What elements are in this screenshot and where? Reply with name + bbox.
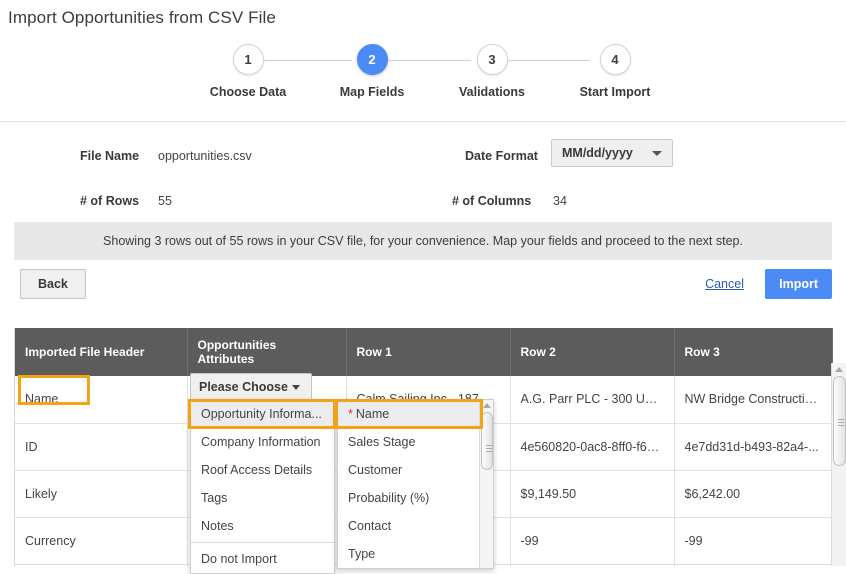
stepper-connector-1 bbox=[264, 60, 352, 61]
cell-imported-header: Likely bbox=[15, 470, 188, 518]
date-format-select-wrap: MM/dd/yyyy bbox=[551, 139, 673, 167]
scroll-up-arrow-icon[interactable] bbox=[835, 367, 843, 372]
date-format-label: Date Format bbox=[465, 149, 538, 163]
info-notice: Showing 3 rows out of 55 rows in your CS… bbox=[14, 222, 832, 260]
import-card: File Name opportunities.csv # of Rows 55… bbox=[0, 121, 846, 308]
rows-field: # of Rows bbox=[80, 194, 139, 208]
table-vertical-scrollbar[interactable] bbox=[831, 363, 846, 566]
required-marker-icon: * bbox=[348, 407, 353, 421]
file-name-value: opportunities.csv bbox=[158, 149, 252, 163]
scroll-up-arrow-icon[interactable] bbox=[482, 403, 491, 408]
cell-row3: NW Bridge Constructio... bbox=[674, 376, 833, 424]
stepper-connector-3 bbox=[502, 60, 590, 61]
attribute-choose-label: Please Choose bbox=[199, 380, 288, 394]
columns-label: # of Columns bbox=[452, 194, 532, 208]
scrollbar-grip-icon bbox=[486, 445, 492, 452]
rows-value-wrap: 55 bbox=[158, 194, 172, 208]
menu-item-probability[interactable]: Probability (%) bbox=[338, 484, 493, 512]
step-number-1: 1 bbox=[232, 44, 264, 75]
table-header-row: Imported File Header Opportunities Attri… bbox=[15, 328, 833, 376]
file-name-label: File Name bbox=[80, 149, 140, 163]
field-menu-scrollbar[interactable] bbox=[479, 400, 493, 568]
file-name-field: File Name bbox=[80, 149, 139, 163]
date-format-value: MM/dd/yyyy bbox=[562, 146, 633, 160]
file-name-value-wrap: opportunities.csv bbox=[158, 149, 252, 163]
date-format-select[interactable]: MM/dd/yyyy bbox=[551, 139, 673, 167]
menu-item-do-not-import[interactable]: Do not Import bbox=[191, 545, 334, 573]
cell-row2: -99 bbox=[510, 517, 675, 565]
category-dropdown-menu[interactable]: Opportunity Informa... Company Informati… bbox=[190, 399, 335, 574]
back-button[interactable]: Back bbox=[20, 269, 86, 299]
menu-item-roof-access-details[interactable]: Roof Access Details bbox=[191, 456, 334, 484]
column-header-opportunities-attributes: Opportunities Attributes bbox=[187, 328, 347, 376]
file-info-grid: File Name opportunities.csv # of Rows 55… bbox=[0, 122, 846, 222]
rows-value: 55 bbox=[158, 194, 172, 208]
menu-item-name-label: Name bbox=[355, 407, 390, 421]
cell-row2: $9,149.50 bbox=[510, 470, 675, 518]
column-header-row-2: Row 2 bbox=[510, 328, 675, 376]
menu-item-contact[interactable]: Contact bbox=[338, 512, 493, 540]
table-scrollbar-thumb[interactable] bbox=[833, 376, 846, 466]
chevron-down-icon bbox=[652, 151, 662, 156]
menu-item-company-information[interactable]: Company Information bbox=[191, 428, 334, 456]
menu-item-name[interactable]: * Name bbox=[338, 400, 493, 428]
stepper-step-1[interactable]: 1 Choose Data bbox=[183, 36, 313, 99]
cell-row3: -99 bbox=[674, 517, 833, 565]
stepper-connector-2 bbox=[383, 60, 471, 61]
columns-field: # of Columns bbox=[452, 194, 531, 208]
menu-divider bbox=[191, 542, 334, 543]
stepper-step-2[interactable]: 2 Map Fields bbox=[307, 36, 437, 99]
rows-label: # of Rows bbox=[80, 194, 140, 208]
menu-item-tags[interactable]: Tags bbox=[191, 484, 334, 512]
menu-item-opportunity-information[interactable]: Opportunity Informa... bbox=[191, 400, 334, 428]
menu-item-customer[interactable]: Customer bbox=[338, 456, 493, 484]
step-caption-2: Map Fields bbox=[339, 85, 405, 99]
wizard-stepper: 1 Choose Data 2 Map Fields 3 Validations… bbox=[0, 36, 846, 121]
page-title: Import Opportunities from CSV File bbox=[8, 8, 276, 27]
cell-row2: A.G. Parr PLC - 300 Units bbox=[510, 376, 675, 424]
column-header-imported-file-header: Imported File Header bbox=[15, 328, 188, 376]
import-button[interactable]: Import bbox=[765, 269, 832, 299]
step-caption-3: Validations bbox=[459, 85, 525, 99]
cell-imported-header: Currency bbox=[15, 517, 188, 565]
date-format-field: Date Format bbox=[465, 149, 538, 163]
action-bar: Back Cancel Import bbox=[14, 260, 832, 308]
columns-value: 34 bbox=[553, 194, 567, 208]
scrollbar-grip-icon bbox=[838, 419, 844, 426]
cell-imported-header: ID bbox=[15, 423, 188, 471]
column-header-row-3: Row 3 bbox=[674, 328, 833, 376]
cancel-link[interactable]: Cancel bbox=[705, 277, 744, 291]
attribute-choose-button[interactable]: Please Choose bbox=[190, 373, 312, 401]
column-header-row-1: Row 1 bbox=[346, 328, 511, 376]
step-number-2: 2 bbox=[356, 44, 388, 75]
stepper-step-3[interactable]: 3 Validations bbox=[427, 36, 557, 99]
menu-item-type[interactable]: Type bbox=[338, 540, 493, 568]
step-number-3: 3 bbox=[476, 44, 508, 75]
field-dropdown-menu[interactable]: * Name Sales Stage Customer Probability (… bbox=[337, 399, 494, 569]
field-scrollbar-thumb[interactable] bbox=[481, 412, 493, 470]
menu-item-sales-stage[interactable]: Sales Stage bbox=[338, 428, 493, 456]
stepper-step-4[interactable]: 4 Start Import bbox=[550, 36, 680, 99]
menu-item-notes[interactable]: Notes bbox=[191, 512, 334, 540]
cell-row3: $6,242.00 bbox=[674, 470, 833, 518]
chevron-down-icon bbox=[291, 385, 300, 391]
cell-row3: 4e7dd31d-b493-82a4-... bbox=[674, 423, 833, 471]
columns-value-wrap: 34 bbox=[553, 194, 567, 208]
step-number-4: 4 bbox=[599, 44, 631, 75]
cell-imported-header: Name bbox=[15, 376, 188, 424]
step-caption-1: Choose Data bbox=[209, 85, 287, 99]
cell-row2: 4e560820-0ac8-8ff0-f62... bbox=[510, 423, 675, 471]
step-caption-4: Start Import bbox=[579, 85, 651, 99]
